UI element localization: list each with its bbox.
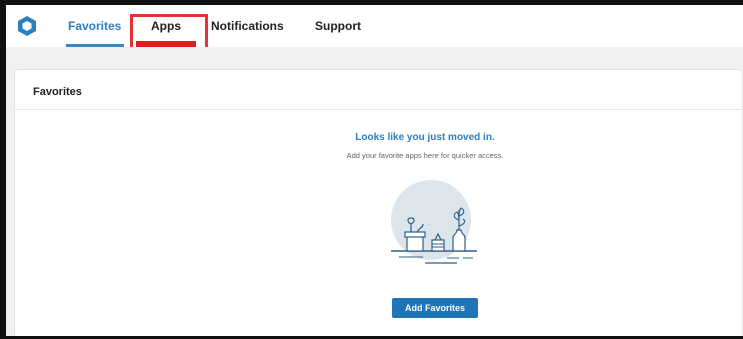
plants-shelf-illustration bbox=[391, 180, 477, 264]
favorites-card: Favorites Looks like you just moved in. … bbox=[14, 69, 743, 336]
tab-favorites[interactable]: Favorites bbox=[68, 19, 121, 33]
card-divider bbox=[15, 109, 742, 110]
add-favorites-button[interactable]: Add Favorites bbox=[392, 298, 478, 318]
hexagon-logo-icon[interactable] bbox=[16, 15, 38, 37]
tab-support[interactable]: Support bbox=[315, 19, 361, 33]
card-title: Favorites bbox=[33, 86, 82, 98]
app-window: Favorites Apps Notifications Support Fav… bbox=[0, 0, 743, 339]
tab-notifications[interactable]: Notifications bbox=[211, 19, 284, 33]
main-content: Favorites Looks like you just moved in. … bbox=[6, 47, 743, 336]
empty-state-heading: Looks like you just moved in. bbox=[355, 132, 495, 143]
empty-state-subtext: Add your favorite apps here for quicker … bbox=[346, 151, 504, 160]
top-navigation: Favorites Apps Notifications Support bbox=[6, 5, 743, 62]
